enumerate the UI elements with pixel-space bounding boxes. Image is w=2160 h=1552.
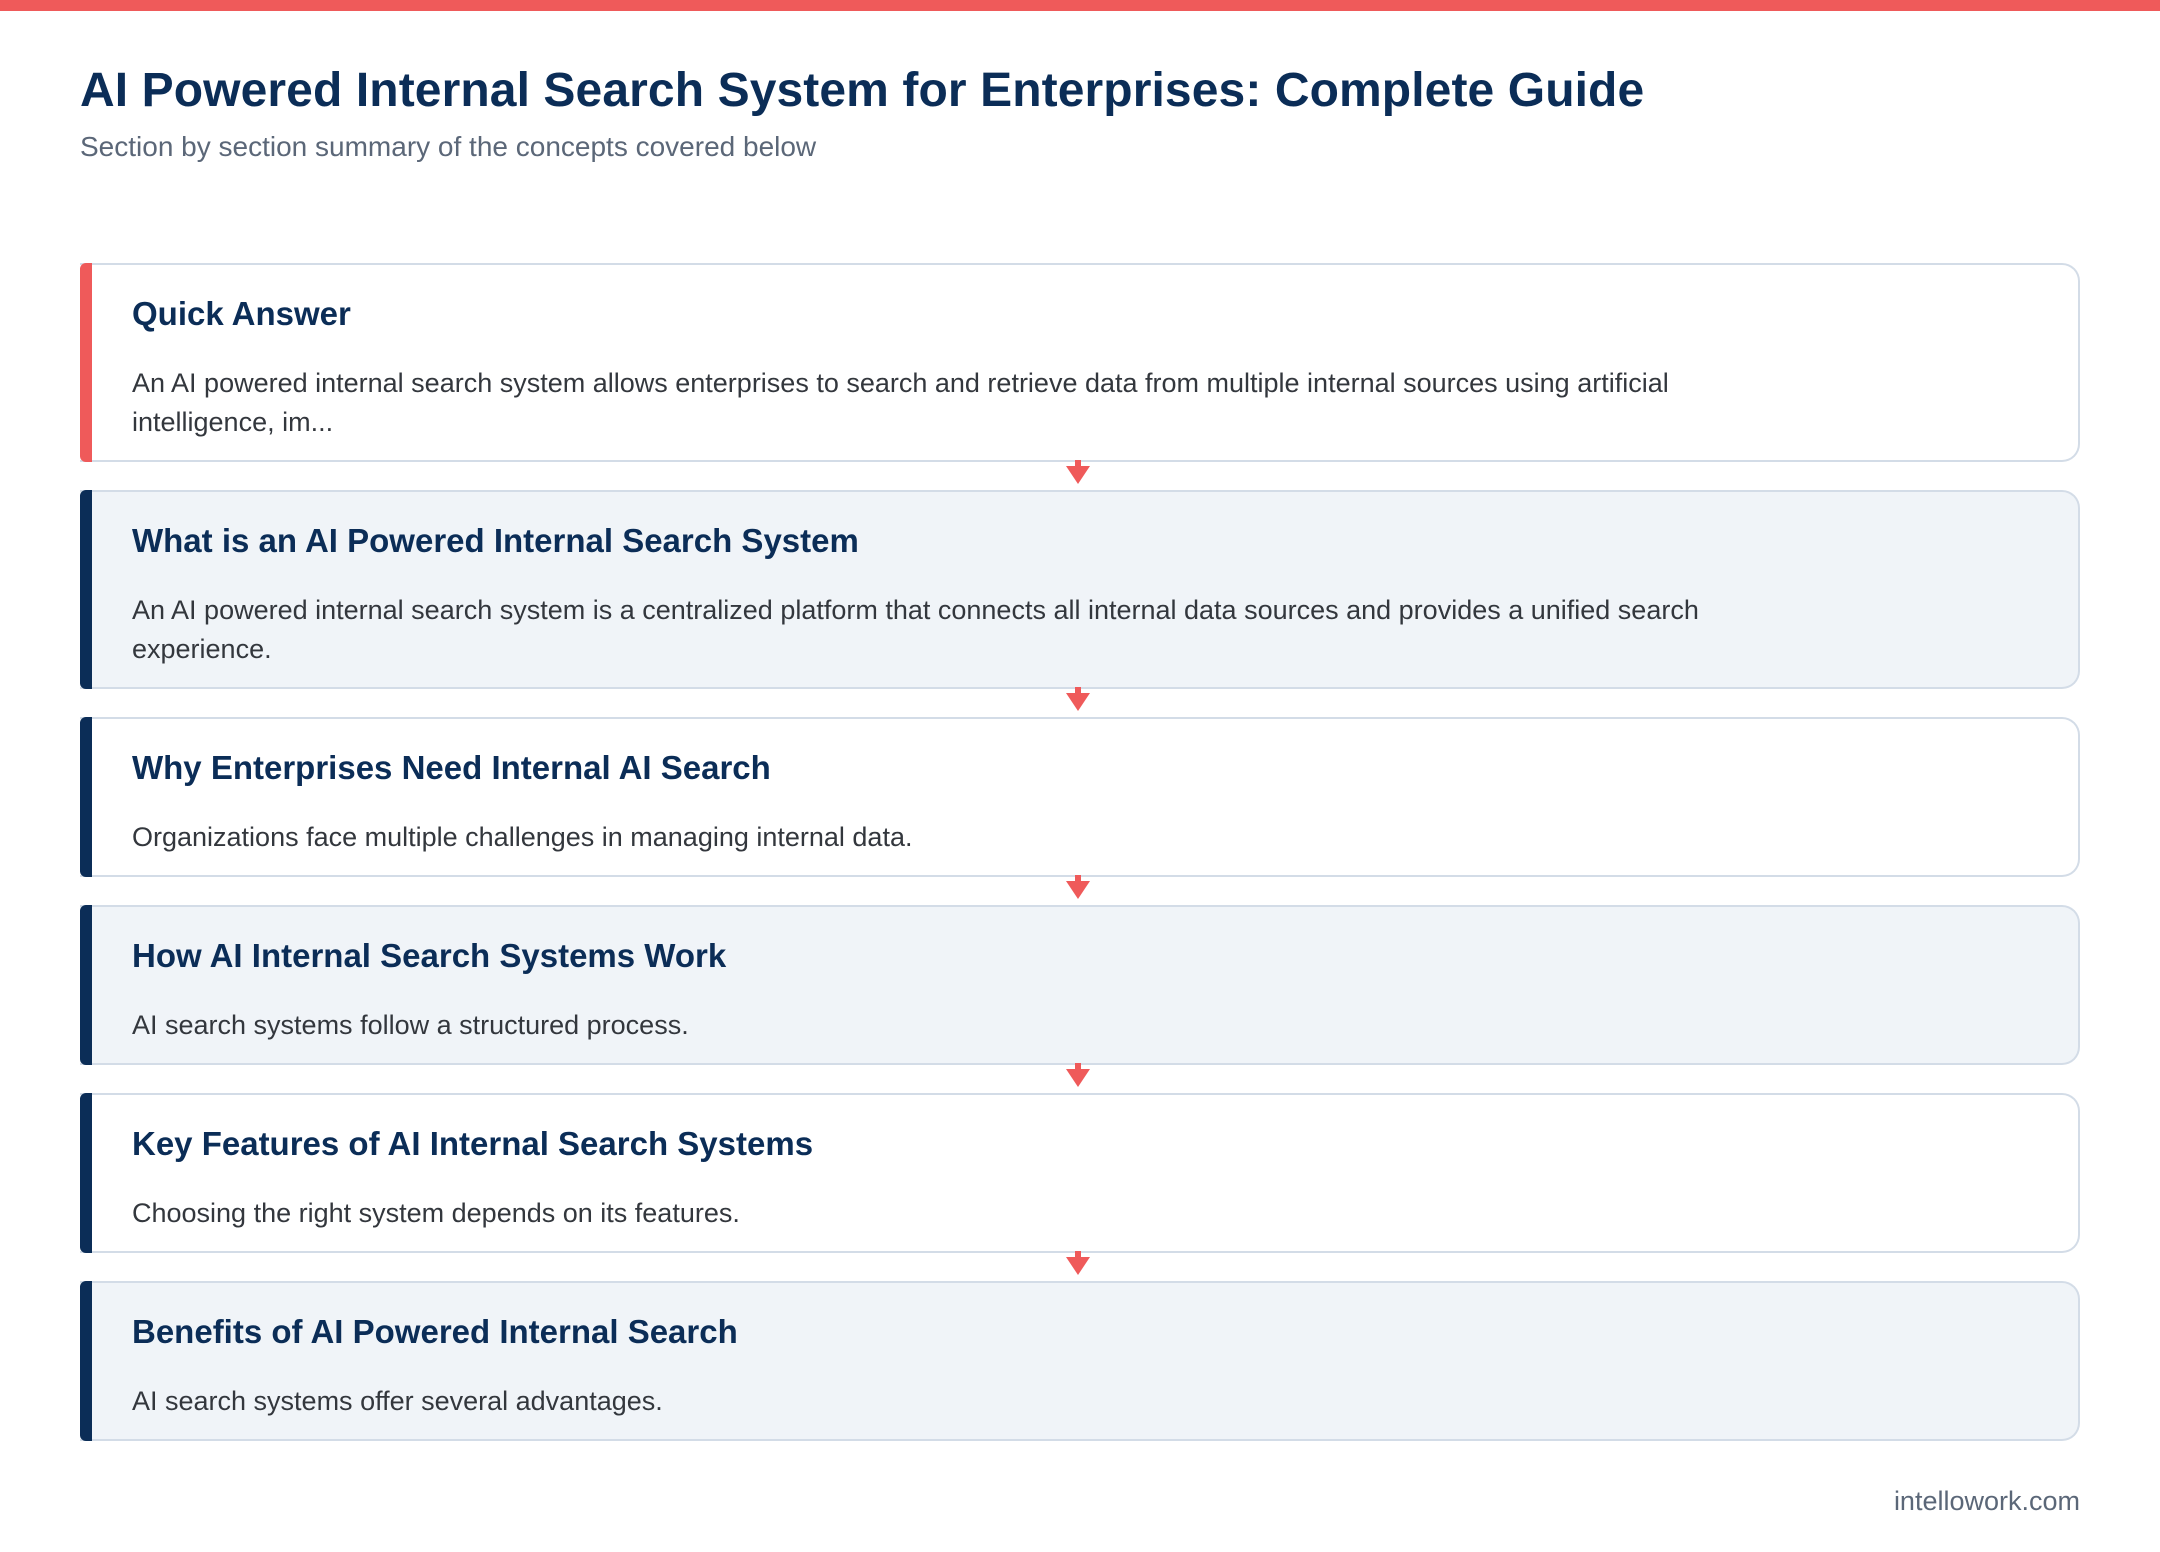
section-card-key-features: Key Features of AI Internal Search Syste… (80, 1093, 2080, 1253)
flow-connector (80, 875, 2080, 905)
section-card-how-work: How AI Internal Search Systems Work AI s… (80, 905, 2080, 1065)
page-subtitle: Section by section summary of the concep… (80, 131, 817, 162)
section-card-benefits: Benefits of AI Powered Internal Search A… (80, 1281, 2080, 1441)
arrow-down-icon (1066, 460, 1090, 484)
section-text: Organizations face multiple challenges i… (132, 822, 913, 852)
arrow-down-icon (1066, 875, 1090, 899)
section-text: An AI powered internal search system all… (132, 368, 1669, 437)
section-title: What is an AI Powered Internal Search Sy… (132, 522, 859, 559)
section-title: Quick Answer (132, 295, 351, 332)
flow-connector (80, 1251, 2080, 1281)
section-title: How AI Internal Search Systems Work (132, 937, 727, 974)
arrow-down-icon (1066, 687, 1090, 711)
section-card-why-need: Why Enterprises Need Internal AI Search … (80, 717, 2080, 877)
arrow-down-icon (1066, 1063, 1090, 1087)
footer-site-name: intellowork.com (1893, 1486, 2080, 1516)
section-title: Why Enterprises Need Internal AI Search (132, 749, 771, 786)
section-text: AI search systems offer several advantag… (132, 1386, 663, 1416)
arrow-down-icon (1066, 1251, 1090, 1275)
section-text: Choosing the right system depends on its… (132, 1198, 740, 1228)
section-card-quick-answer: Quick Answer An AI powered internal sear… (80, 263, 2080, 462)
page-title: AI Powered Internal Search System for En… (80, 64, 1645, 117)
flow-connector (80, 1063, 2080, 1093)
page-header: AI Powered Internal Search System for En… (80, 62, 2080, 164)
section-list: Quick Answer An AI powered internal sear… (80, 263, 2080, 1441)
section-title: Benefits of AI Powered Internal Search (132, 1313, 738, 1350)
section-card-what-is: What is an AI Powered Internal Search Sy… (80, 490, 2080, 689)
flow-connector (80, 687, 2080, 717)
section-title: Key Features of AI Internal Search Syste… (132, 1125, 814, 1162)
top-accent-bar (0, 0, 2160, 11)
section-text: AI search systems follow a structured pr… (132, 1010, 689, 1040)
section-text: An AI powered internal search system is … (132, 595, 1699, 664)
flow-connector (80, 460, 2080, 490)
